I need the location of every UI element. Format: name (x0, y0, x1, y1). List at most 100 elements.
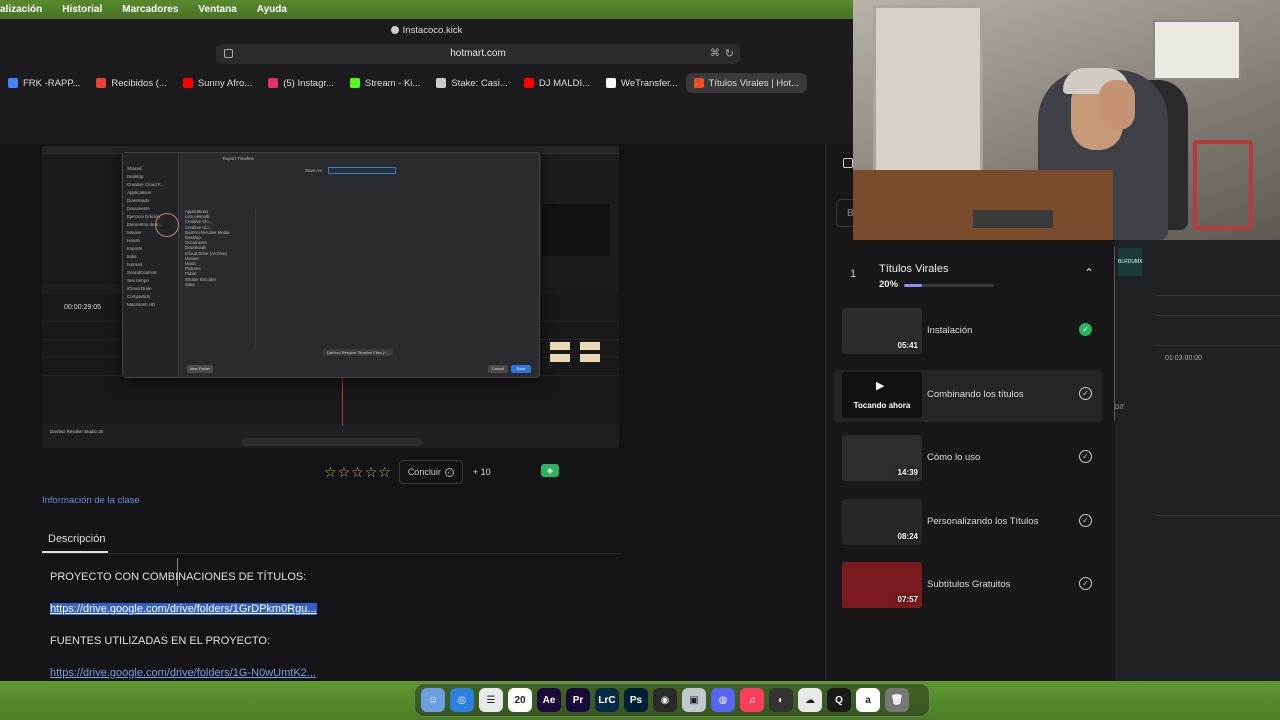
translate-icon[interactable]: ⌘ (710, 48, 720, 59)
dialog-sidebar-item: Macintosh HD (127, 302, 156, 307)
video-player[interactable]: 00:00:29:05 Shared Desktop Creative Cloud … (42, 146, 619, 448)
tab-divider (42, 553, 622, 554)
module-progress-bar (904, 284, 994, 287)
chevron-up-icon[interactable]: ⌃ (1084, 266, 1094, 280)
cloud-icon[interactable]: ☁ (798, 688, 822, 712)
lesson-title: Instalación (927, 325, 973, 336)
bookmark-item[interactable]: Stake: Casi... (428, 73, 516, 93)
check-circle-icon[interactable]: ✓ (1079, 387, 1092, 400)
star-icon[interactable]: ☆ (351, 464, 364, 481)
bookmark-item[interactable]: Stream - Ki... (342, 73, 428, 93)
star-icon[interactable]: ☆ (378, 464, 391, 481)
dock-app-ae[interactable]: Ae (537, 688, 561, 712)
dialog-sidebar-item: hotmart (127, 262, 143, 267)
bookmark-item[interactable]: WeTransfer... (598, 73, 686, 93)
trash-icon[interactable]: 🗑 (885, 688, 909, 712)
module-header[interactable]: 1 Títulos Virales 20% ⌃ (834, 246, 1104, 296)
music-icon[interactable]: ♫ (740, 688, 764, 712)
bookmark-item[interactable]: Sunny Afro... (175, 73, 260, 93)
dialog-sidebar-item: Documents (127, 206, 150, 211)
notes-icon[interactable]: ☰ (479, 688, 503, 712)
completed-check-icon[interactable]: ✓ (1079, 323, 1092, 336)
finder-icon[interactable]: ☺ (421, 688, 445, 712)
menu-item-historial[interactable]: Historial (62, 4, 102, 15)
dialog-sidebar-item: Creative Cloud F... (127, 182, 165, 187)
project-link[interactable]: https://drive.google.com/drive/folders/1… (50, 603, 317, 615)
bookmarks-bar: FRK -RAPP... Recibidos (... Sunny Afro... (… (0, 72, 853, 94)
discord-icon[interactable]: ◍ (711, 688, 735, 712)
favicon-icon (390, 26, 399, 34)
lesson-duration: 07:57 (897, 595, 918, 604)
lesson-item[interactable]: ▶ Tocando ahora Combinando los títulos ✓ (834, 370, 1102, 422)
lesson-item[interactable]: 07:57 Subtítulos Gratuitos ✓ (834, 560, 1102, 612)
dock-app-20[interactable]: 20 (508, 688, 532, 712)
page-content: 00:00:29:05 Shared Desktop Creative Cloud … (0, 144, 853, 685)
menu-item-ventana[interactable]: Ventana (198, 4, 236, 15)
bookmark-label: FRK -RAPP... (23, 77, 81, 89)
lesson-item[interactable]: 05:41 Instalación ✓ (834, 306, 1102, 358)
dock-app-lrc[interactable]: LrC (595, 688, 619, 712)
dock-app-pr[interactable]: Pr (566, 688, 590, 712)
rating-stars[interactable]: ☆ ☆ ☆ ☆ ☆ (324, 464, 391, 481)
bookmark-label: Títulos Virales | Hot... (708, 77, 800, 89)
lesson-controls: ☆ ☆ ☆ ☆ ☆ Concluir ✓ + 10 (324, 460, 491, 484)
bookmark-item[interactable]: DJ MALDI... (516, 73, 598, 93)
lesson-thumbnail: 05:41 (842, 308, 922, 354)
description-heading-project: PROYECTO CON COMBINACIONES DE TÍTULOS: (50, 571, 307, 583)
star-icon[interactable]: ☆ (338, 464, 351, 481)
webcam-desk (853, 170, 1113, 240)
module-number: 1 (850, 268, 857, 280)
bookmark-item[interactable]: Títulos Virales | Hot... (685, 73, 808, 93)
dock-app-ps[interactable]: Ps (624, 688, 648, 712)
dock-app-a[interactable]: a (856, 688, 880, 712)
lesson-item[interactable]: 08:24 Personalizando los Títulos ✓ (834, 497, 1102, 549)
editor-media-panel (42, 154, 122, 284)
editor-viewer (542, 204, 610, 256)
instagram-icon (268, 78, 279, 88)
list-icon[interactable] (843, 158, 853, 168)
gmail-icon (96, 78, 107, 88)
menu-item-ayuda[interactable]: Ayuda (257, 4, 287, 15)
quicktime-icon[interactable]: Q (827, 688, 851, 712)
points-label: + 10 (472, 467, 491, 477)
bookmark-item[interactable]: Recibidos (... (88, 73, 174, 93)
bookmark-item[interactable]: FRK -RAPP... (0, 73, 88, 93)
lesson-thumbnail: ▶ Tocando ahora (842, 372, 922, 418)
wetransfer-icon (606, 78, 617, 88)
lesson-item[interactable]: 14:39 Cómo lo uso ✓ (834, 433, 1102, 485)
youtube-icon (523, 78, 534, 88)
reward-icon[interactable]: ◈ (541, 464, 559, 477)
url-text[interactable]: hotmart.com (216, 48, 740, 59)
menu-item-actualizacion[interactable]: alización (0, 4, 42, 15)
webcam-keyboard (973, 210, 1053, 228)
now-playing-label: Tocando ahora (853, 401, 911, 410)
bookmark-item[interactable]: (5) Instagr... (260, 73, 342, 93)
webcam-door (873, 5, 983, 185)
check-circle-icon[interactable]: ✓ (1079, 514, 1092, 527)
screenrec-icon[interactable]: ◐ (769, 688, 793, 712)
preview-icon[interactable]: ▣ (682, 688, 706, 712)
safari-icon[interactable]: ◎ (450, 688, 474, 712)
editor-timecode: 00:00:29:05 (64, 304, 101, 311)
webcam-red-chair (1193, 140, 1253, 230)
window-title: Instacoco.kick (0, 25, 853, 36)
bookmark-label: Stream - Ki... (364, 77, 421, 89)
lesson-title: Combinando los títulos (927, 389, 1024, 400)
star-icon[interactable]: ☆ (324, 464, 337, 481)
module-progress-label: 20% (879, 279, 899, 290)
star-icon[interactable]: ☆ (365, 464, 378, 481)
fonts-link[interactable]: https://drive.google.com/drive/folders/1… (50, 667, 316, 679)
webcam-whiteboard (1153, 20, 1241, 80)
menu-item-marcadores[interactable]: Marcadores (122, 4, 178, 15)
tab-description[interactable]: Descripción (48, 533, 105, 545)
complete-button-label: Concluir (407, 467, 441, 477)
webcam-person-hand (1099, 80, 1135, 130)
check-circle-icon[interactable]: ✓ (1079, 577, 1092, 590)
address-bar[interactable]: hotmart.com ⌘ ↻ (216, 44, 740, 64)
class-info-link[interactable]: Información de la clase (42, 495, 140, 506)
resolve-icon[interactable]: ◉ (653, 688, 677, 712)
cancel-button: Cancel (488, 365, 508, 373)
complete-button[interactable]: Concluir ✓ (398, 460, 463, 484)
check-circle-icon[interactable]: ✓ (1079, 450, 1092, 463)
reload-icon[interactable]: ↻ (725, 47, 734, 60)
